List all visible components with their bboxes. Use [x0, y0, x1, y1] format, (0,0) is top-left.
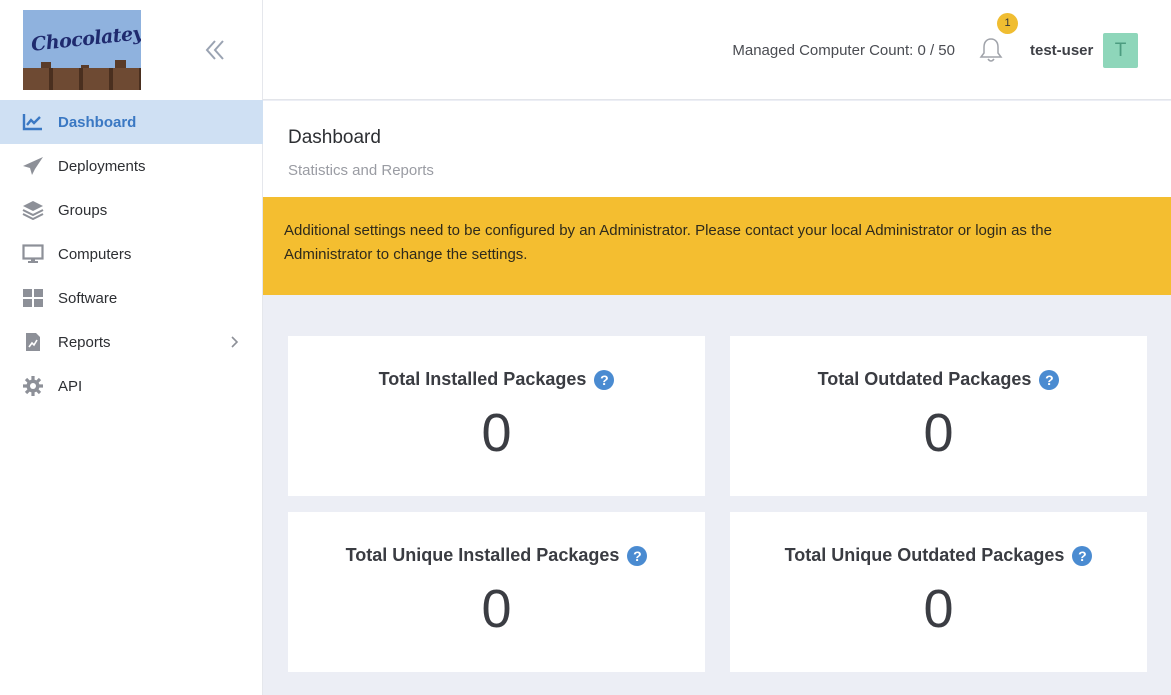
- collapse-sidebar-button[interactable]: [200, 36, 230, 64]
- sidebar-item-api[interactable]: API: [0, 364, 263, 408]
- help-icon[interactable]: ?: [1039, 369, 1060, 390]
- sidebar-item-label: API: [58, 377, 83, 395]
- sidebar-item-label: Reports: [58, 333, 111, 351]
- page-title: Dashboard: [288, 127, 381, 148]
- chart-line-icon: [22, 111, 44, 133]
- stat-card-total-outdated: Total Outdated Packages ? 0: [730, 336, 1147, 496]
- logo-text: Chocolatey: [30, 22, 141, 56]
- sidebar-item-deployments[interactable]: Deployments: [0, 144, 263, 188]
- card-value: 0: [923, 403, 954, 463]
- admin-settings-alert: Additional settings need to be configure…: [263, 197, 1171, 295]
- help-icon[interactable]: ?: [594, 369, 615, 390]
- stat-card-unique-installed: Total Unique Installed Packages ? 0: [288, 512, 705, 672]
- notifications-button[interactable]: [978, 36, 1004, 64]
- chevron-right-icon: [229, 335, 239, 354]
- username[interactable]: test-user: [1030, 42, 1093, 59]
- stat-card-unique-outdated: Total Unique Outdated Packages ? 0: [730, 512, 1147, 672]
- sidebar-nav: Dashboard Deployments Groups Computers S…: [0, 100, 263, 408]
- windows-icon: [22, 287, 44, 309]
- sidebar-item-dashboard[interactable]: Dashboard: [0, 100, 263, 144]
- page-subtitle: Statistics and Reports: [288, 162, 434, 179]
- sidebar-item-reports[interactable]: Reports: [0, 320, 263, 364]
- sidebar: Chocolatey Dashboard Deployments Groups …: [0, 0, 263, 695]
- double-chevron-left-icon: [205, 40, 224, 60]
- chocolatey-logo[interactable]: Chocolatey: [23, 10, 141, 90]
- help-icon[interactable]: ?: [1072, 545, 1093, 566]
- card-value: 0: [481, 403, 512, 463]
- card-title: Total Outdated Packages: [817, 369, 1032, 389]
- logo-area: Chocolatey: [0, 0, 262, 100]
- card-title: Total Unique Outdated Packages: [784, 545, 1065, 565]
- card-title: Total Unique Installed Packages: [345, 545, 620, 565]
- layers-icon: [22, 199, 44, 221]
- sidebar-item-label: Software: [58, 289, 118, 307]
- sidebar-item-groups[interactable]: Groups: [0, 188, 263, 232]
- card-value: 0: [481, 579, 512, 639]
- sidebar-item-label: Groups: [58, 201, 108, 219]
- managed-computer-count: Managed Computer Count: 0 / 50: [732, 42, 955, 59]
- bell-icon: [979, 38, 1003, 62]
- top-header: Managed Computer Count: 0 / 50 1 test-us…: [263, 0, 1171, 100]
- sidebar-item-software[interactable]: Software: [0, 276, 263, 320]
- sidebar-item-label: Dashboard: [58, 113, 137, 131]
- desktop-icon: [22, 243, 44, 265]
- stat-card-total-installed: Total Installed Packages ? 0: [288, 336, 705, 496]
- notification-count-badge[interactable]: 1: [997, 13, 1018, 34]
- paper-plane-icon: [22, 155, 44, 177]
- sidebar-item-computers[interactable]: Computers: [0, 232, 263, 276]
- gear-icon: [22, 375, 44, 397]
- card-title: Total Installed Packages: [378, 369, 587, 389]
- sidebar-item-label: Deployments: [58, 157, 146, 175]
- page-header: Dashboard Statistics and Reports: [263, 101, 1171, 197]
- user-avatar[interactable]: T: [1103, 33, 1138, 68]
- file-chart-icon: [22, 331, 44, 353]
- card-value: 0: [923, 579, 954, 639]
- help-icon[interactable]: ?: [627, 545, 648, 566]
- sidebar-item-label: Computers: [58, 245, 132, 263]
